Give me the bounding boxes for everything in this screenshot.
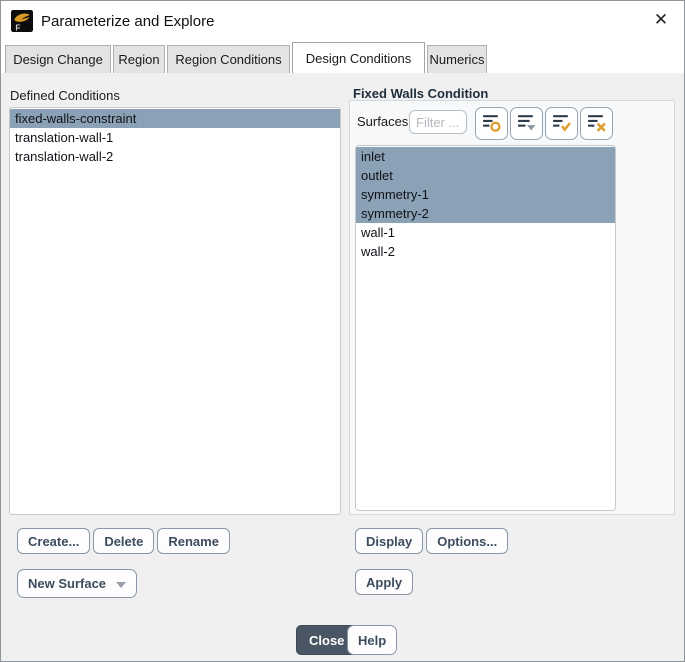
list-item[interactable]: inlet (356, 147, 615, 166)
deselect-all-button[interactable] (580, 107, 613, 140)
list-item[interactable]: fixed-walls-constraint (10, 109, 340, 128)
tab-region-conditions[interactable]: Region Conditions (167, 45, 290, 73)
select-all-button[interactable] (545, 107, 578, 140)
list-item[interactable]: translation-wall-2 (10, 147, 340, 166)
surfaces-filter-input[interactable] (409, 110, 467, 134)
fixed-walls-condition-header: Fixed Walls Condition (353, 86, 489, 101)
tab-numerics[interactable]: Numerics (427, 45, 487, 73)
list-item[interactable]: symmetry-2 (356, 204, 615, 223)
options-button[interactable]: Options... (426, 528, 509, 554)
new-surface-row: New Surface (17, 569, 138, 598)
filter-match-button[interactable] (475, 107, 508, 140)
title-bar: F Parameterize and Explore ✕ Design Chan… (1, 1, 684, 73)
left-button-row: Create... Delete Rename (17, 528, 230, 554)
parameterize-and-explore-dialog: F Parameterize and Explore ✕ Design Chan… (0, 0, 685, 662)
delete-button[interactable]: Delete (93, 528, 155, 554)
help-button[interactable]: Help (347, 625, 398, 655)
svg-text:F: F (15, 23, 20, 32)
tab-region[interactable]: Region (113, 45, 165, 73)
surfaces-list: inlet outlet symmetry-1 symmetry-2 wall-… (355, 145, 616, 511)
defined-conditions-label: Defined Conditions (10, 88, 120, 103)
tab-design-change[interactable]: Design Change (5, 45, 111, 73)
new-surface-dropdown[interactable]: New Surface (17, 569, 138, 598)
list-item[interactable]: wall-2 (356, 242, 615, 261)
fixed-walls-condition-group: Surfaces Filter ... inlet outlet symmetr… (349, 100, 675, 515)
list-item[interactable]: symmetry-1 (356, 185, 615, 204)
list-item[interactable]: wall-1 (356, 223, 615, 242)
deselect-all-icon (586, 112, 607, 136)
tab-design-conditions[interactable]: Design Conditions (292, 42, 425, 73)
tab-bar: Design Change Region Region Conditions D… (5, 42, 489, 73)
defined-conditions-list: fixed-walls-constraint translation-wall-… (9, 107, 341, 515)
list-item[interactable]: translation-wall-1 (10, 128, 340, 147)
rename-button[interactable]: Rename (157, 528, 230, 554)
new-surface-label: New Surface (28, 576, 107, 591)
fluent-app-icon: F (11, 10, 33, 32)
create-button[interactable]: Create... (17, 528, 91, 554)
filter-match-icon (481, 112, 502, 136)
list-item[interactable]: outlet (356, 166, 615, 185)
window-close-button[interactable]: ✕ (644, 5, 678, 35)
apply-button[interactable]: Apply (355, 569, 414, 595)
apply-row: Apply (355, 569, 414, 595)
surfaces-label: Surfaces (357, 114, 409, 129)
right-button-row: Display Options... (355, 528, 509, 554)
select-all-icon (551, 112, 572, 136)
list-options-button[interactable] (510, 107, 543, 140)
chevron-down-icon (116, 582, 127, 588)
list-options-icon (516, 112, 537, 136)
display-button[interactable]: Display (355, 528, 424, 554)
window-title: Parameterize and Explore (41, 12, 215, 30)
